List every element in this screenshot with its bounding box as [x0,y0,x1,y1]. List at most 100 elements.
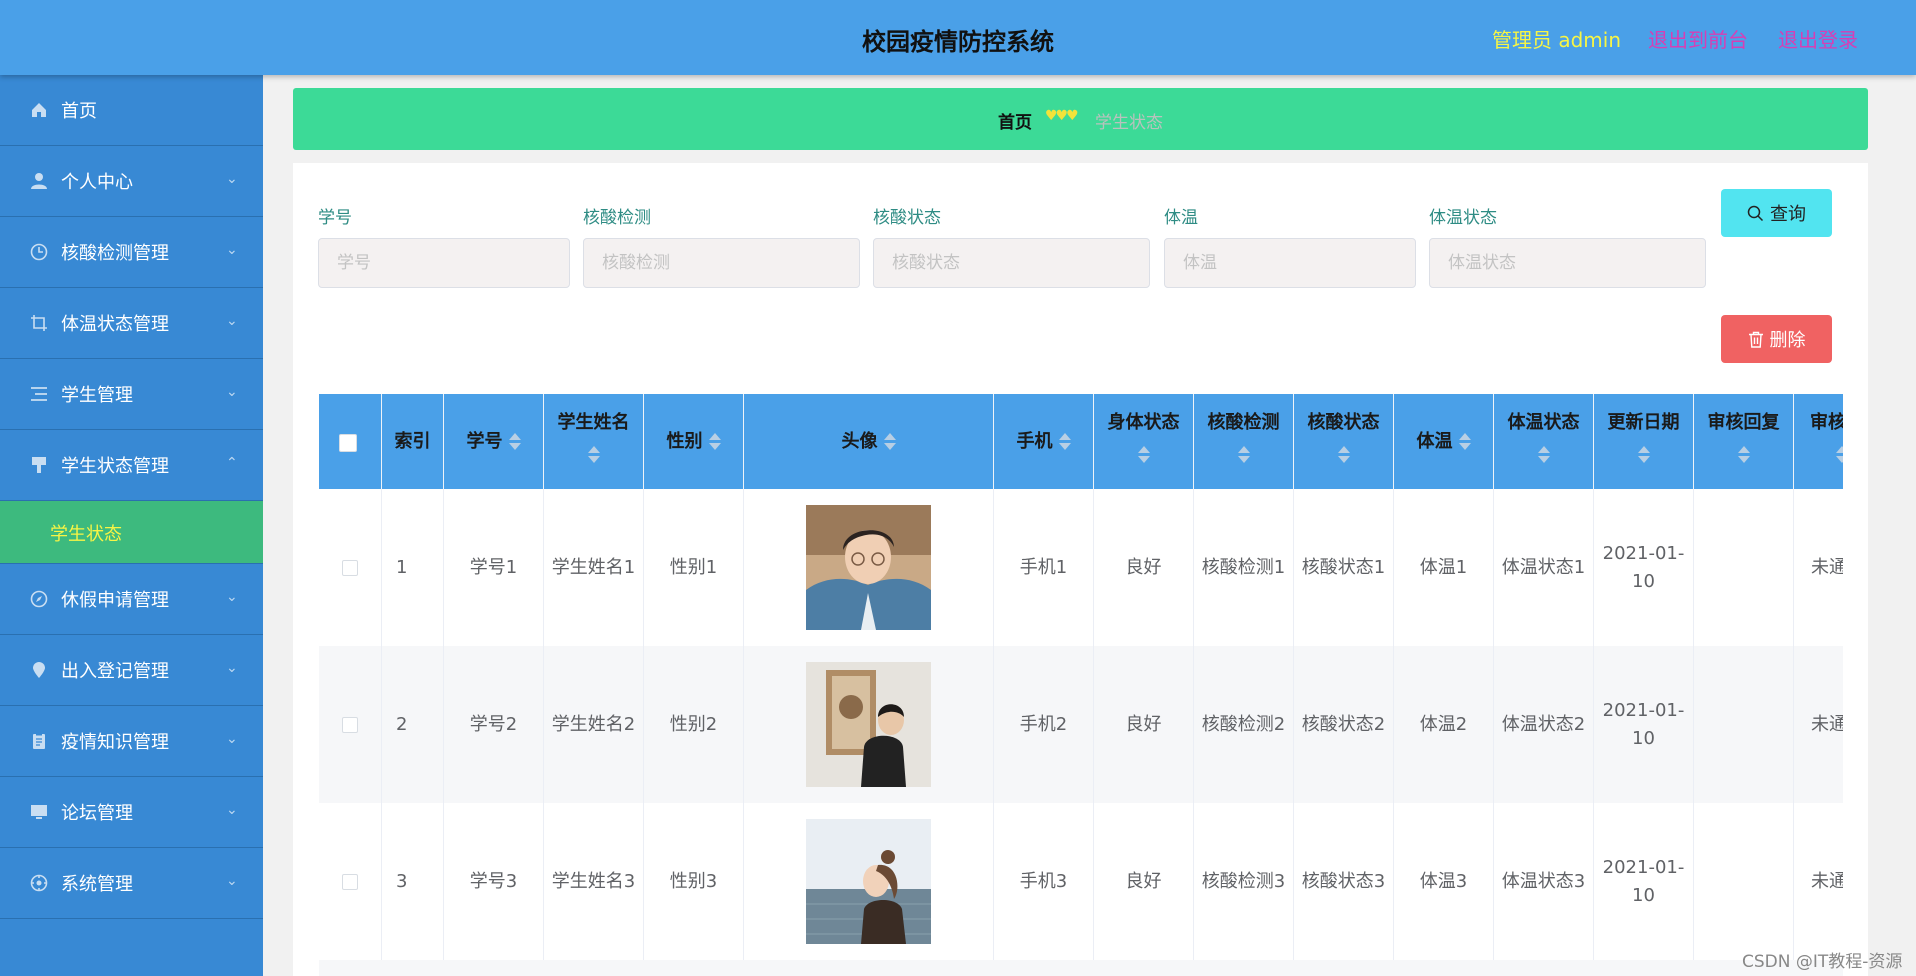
sort-icon[interactable] [1337,446,1350,464]
delete-button[interactable]: 删除 [1721,315,1832,363]
row-checkbox[interactable] [342,559,358,576]
sidebar-item-label: 休假申请管理 [61,590,169,611]
col-index: 索引 [382,394,444,489]
home-icon [30,101,48,119]
sidebar-item-personal-center[interactable]: 个人中心 ⌄ [0,146,263,217]
col-updated[interactable]: 更新日期 [1594,394,1694,489]
col-temp-status[interactable]: 体温状态 [1494,394,1594,489]
col-name[interactable]: 学生姓名 [544,394,644,489]
col-gender[interactable]: 性别 [644,394,744,489]
crop-icon [30,314,48,332]
col-body-status[interactable]: 身体状态 [1094,394,1194,489]
sort-icon[interactable] [1637,446,1650,464]
sidebar-item-student-status[interactable]: 学生状态管理 ⌃ [0,430,263,501]
col-avatar[interactable]: 头像 [744,394,994,489]
select-all-checkbox[interactable] [339,434,357,452]
sort-icon[interactable] [1237,446,1250,464]
sidebar-item-system[interactable]: 系统管理 ⌄ [0,848,263,919]
temp-status-input[interactable] [1429,238,1706,288]
breadcrumb: 首页 ♥♥♥ 学生状态 [293,88,1868,150]
table-header: 索引 学号 学生姓名 性别 头像 手机 身体状态 核酸检测 核酸状态 体温 体温… [319,394,1843,489]
col-header-label: 头像 [841,431,878,452]
cell-review: 未通 [1794,646,1843,803]
sidebar-item-label: 学生状态管理 [61,456,169,477]
monitor-icon [30,803,48,821]
cell-nucleic-status: 核酸状态2 [1294,646,1394,803]
col-temperature[interactable]: 体温 [1394,394,1494,489]
col-nucleic-status[interactable]: 核酸状态 [1294,394,1394,489]
temperature-input[interactable] [1164,238,1416,288]
cell-nucleic-test: 核酸检测3 [1194,803,1294,960]
cell-review: 未通 [1794,489,1843,646]
sort-icon[interactable] [508,433,521,451]
temperature-label: 体温 [1164,208,1198,228]
breadcrumb-home-link[interactable]: 首页 [998,108,1032,133]
chevron-down-icon: ⌄ [226,589,238,605]
cell-temp-status: 体温状态3 [1494,803,1594,960]
sidebar-subitem-label: 学生状态 [50,524,122,545]
cell-temp-status: 体温状态2 [1494,646,1594,803]
chevron-down-icon: ⌄ [226,313,238,329]
nucleic-status-input[interactable] [873,238,1150,288]
sort-icon[interactable] [883,433,896,451]
cell-nucleic-status: 核酸状态1 [1294,489,1394,646]
sort-icon[interactable] [587,446,600,464]
nucleic-status-label: 核酸状态 [873,208,941,228]
sidebar-item-label: 个人中心 [61,172,133,193]
sidebar-item-label: 系统管理 [61,874,133,895]
col-student-id[interactable]: 学号 [444,394,544,489]
col-phone[interactable]: 手机 [994,394,1094,489]
col-header-label: 更新日期 [1607,412,1680,433]
temp-status-label: 体温状态 [1429,208,1497,228]
cell-review-reply [1694,803,1794,960]
nucleic-test-input[interactable] [583,238,860,288]
col-header-label: 体温状态 [1507,412,1580,433]
col-review-reply[interactable]: 审核回复 [1694,394,1794,489]
col-review[interactable]: 审核 [1794,394,1843,489]
avatar [806,662,931,787]
cell-body-status: 良好 [1094,489,1194,646]
sort-icon[interactable] [1458,433,1471,451]
sidebar-item-access-log[interactable]: 出入登记管理 ⌄ [0,635,263,706]
sidebar-item-home[interactable]: 首页 [0,75,263,146]
cell-review: 未通 [1794,803,1843,960]
table-row: 2 学号2 学生姓名2 性别2 手机2 良好 核酸检测2 核酸状态2 体温2 体… [319,646,1843,804]
sort-icon[interactable] [1737,446,1750,464]
col-nucleic-test[interactable]: 核酸检测 [1194,394,1294,489]
exit-to-front-link[interactable]: 退出到前台 [1648,24,1748,53]
cell-review-reply [1694,646,1794,803]
logout-link[interactable]: 退出登录 [1778,24,1858,53]
sidebar-item-students[interactable]: 学生管理 ⌄ [0,359,263,430]
cell-student-id: 学号3 [444,803,544,960]
sidebar-item-temperature[interactable]: 体温状态管理 ⌄ [0,288,263,359]
sidebar-subitem-student-status[interactable]: 学生状态 [0,501,263,564]
col-header-label: 核酸检测 [1207,412,1280,433]
cell-body-status: 良好 [1094,803,1194,960]
user-icon [30,172,48,190]
chevron-down-icon: ⌄ [226,731,238,747]
sidebar-item-label: 出入登记管理 [61,661,169,682]
sidebar-item-epidemic-knowledge[interactable]: 疫情知识管理 ⌄ [0,706,263,777]
table-row: 1 学号1 学生姓名1 性别1 手机1 良好 核酸检测1 核酸状态1 体温1 体… [319,489,1843,647]
watermark: CSDN @IT教程-资源 [1742,952,1903,972]
sort-icon[interactable] [1836,446,1843,464]
row-checkbox[interactable] [342,716,358,733]
list-icon [30,385,48,403]
sidebar-item-forum[interactable]: 论坛管理 ⌄ [0,777,263,848]
sort-icon[interactable] [1058,433,1071,451]
col-header-label: 审核 [1810,412,1843,433]
col-header-label: 核酸状态 [1307,412,1380,433]
sort-icon[interactable] [1537,446,1550,464]
settings-icon [30,874,48,892]
cell-updated: 2021-01-10 [1594,489,1694,646]
sort-icon[interactable] [1137,446,1150,464]
student-id-input[interactable] [318,238,570,288]
nucleic-test-label: 核酸检测 [583,208,651,228]
cell-updated: 2021-01-10 [1594,646,1694,803]
sidebar-item-leave[interactable]: 休假申请管理 ⌄ [0,564,263,635]
cell-temperature: 体温2 [1394,646,1494,803]
row-checkbox[interactable] [342,873,358,890]
sidebar-item-nucleic-test[interactable]: 核酸检测管理 ⌄ [0,217,263,288]
sort-icon[interactable] [708,433,721,451]
query-button[interactable]: 查询 [1721,189,1832,237]
